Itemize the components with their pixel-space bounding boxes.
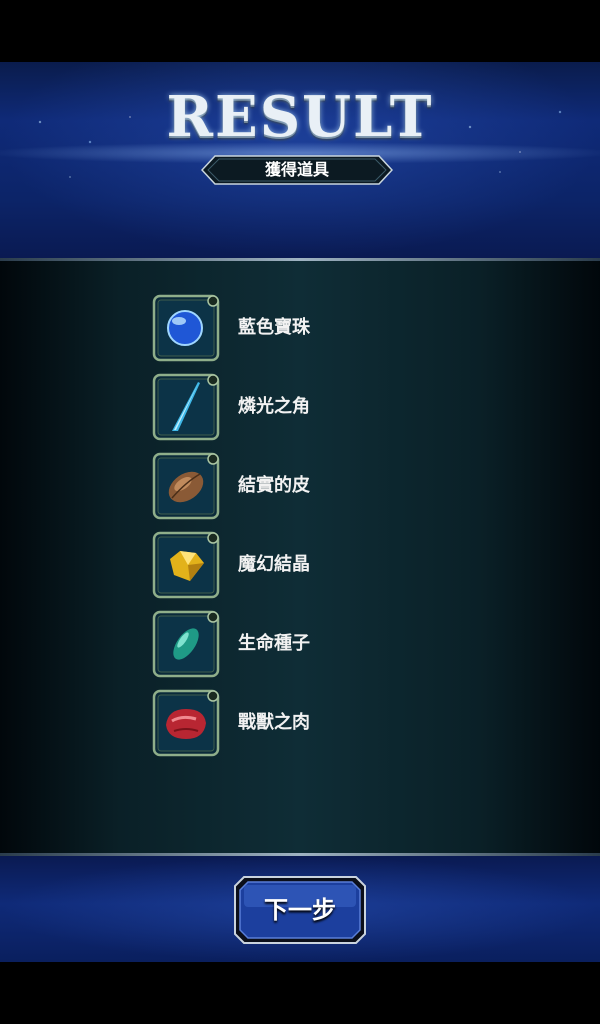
item-name: 燐光之角 (238, 396, 310, 417)
horn-icon (152, 373, 220, 441)
hide-icon (152, 452, 220, 520)
result-screen: RESULT 獲得道具 藍色寶珠 燐光之角 結實的皮 魔幻結晶 生命種子 戰獸之… (0, 0, 600, 1024)
item-row[interactable]: 戰獸之肉 (152, 689, 452, 759)
seed-icon (152, 610, 220, 678)
crystal-icon (152, 531, 220, 599)
next-button-label: 下一步 (264, 896, 336, 924)
item-name: 藍色寶珠 (238, 317, 310, 338)
item-row[interactable]: 魔幻結晶 (152, 531, 452, 601)
obtained-items-banner: 獲得道具 (201, 155, 393, 185)
item-row[interactable]: 藍色寶珠 (152, 294, 452, 364)
item-row[interactable]: 燐光之角 (152, 373, 452, 443)
item-name: 魔幻結晶 (238, 554, 310, 575)
item-name: 生命種子 (238, 633, 310, 654)
item-row[interactable]: 生命種子 (152, 610, 452, 680)
meat-icon (152, 689, 220, 757)
next-button[interactable]: 下一步 (234, 876, 366, 944)
item-name: 戰獸之肉 (238, 712, 310, 733)
item-row[interactable]: 結實的皮 (152, 452, 452, 522)
obtained-items-label: 獲得道具 (264, 160, 329, 179)
blue-orb-icon (152, 294, 220, 362)
item-name: 結實的皮 (238, 475, 310, 496)
result-title: RESULT (166, 84, 434, 150)
